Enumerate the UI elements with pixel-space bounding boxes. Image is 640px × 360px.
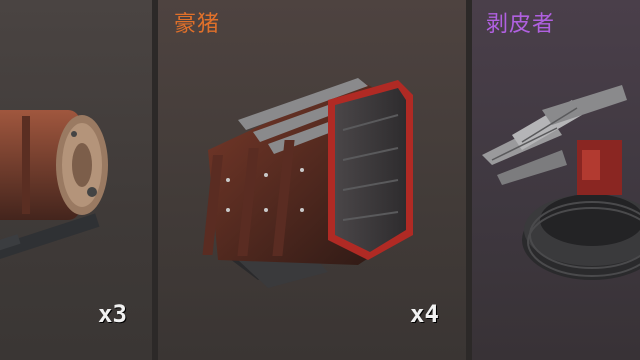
item-name: 剥皮者	[486, 12, 556, 37]
armored-cabin-part-icon	[202, 78, 413, 288]
item-card-left[interactable]: x3	[0, 0, 152, 360]
item-count: x4	[410, 300, 439, 328]
item-count: x3	[98, 300, 127, 328]
spiked-turret-part-icon	[482, 85, 640, 280]
item-card-porcupine[interactable]: 豪猪 x4	[158, 0, 466, 360]
item-card-strip: x3 豪猪 x4 剥皮者	[0, 0, 640, 360]
item-name: 豪猪	[174, 12, 221, 37]
cylinder-engine-part-icon	[0, 110, 108, 261]
item-card-skinner[interactable]: 剥皮者	[472, 0, 640, 360]
